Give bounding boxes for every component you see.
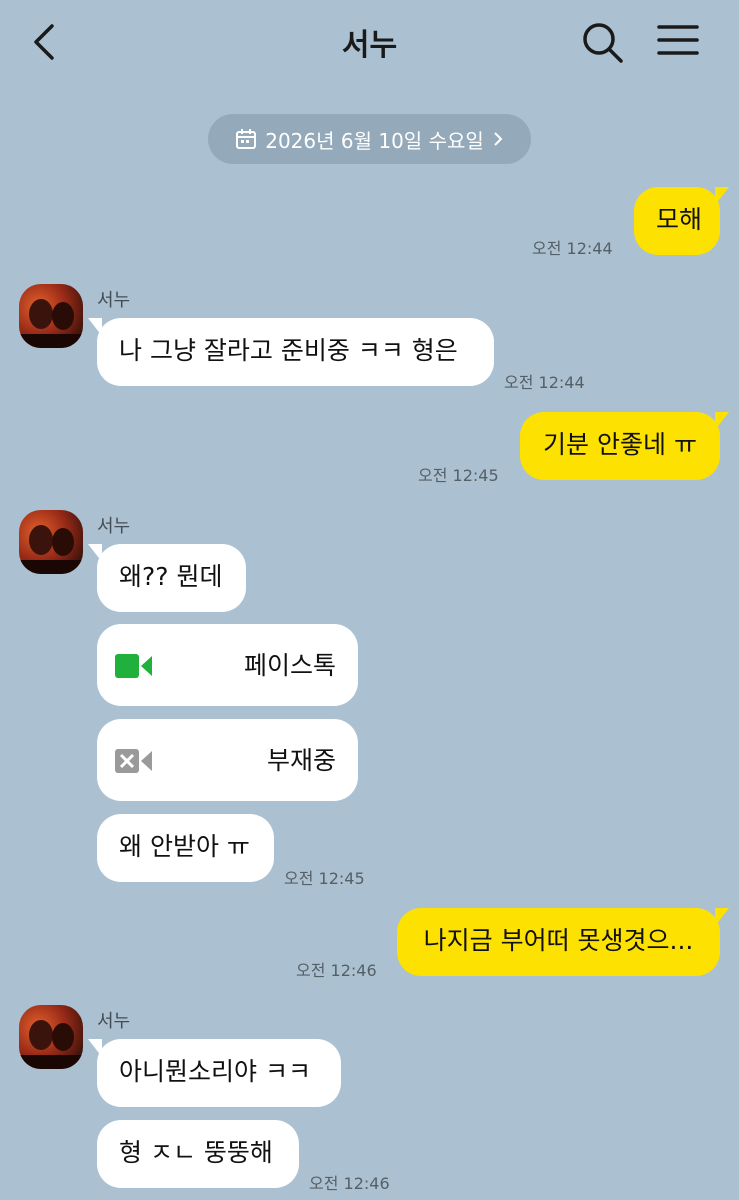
calendar-icon — [236, 129, 257, 149]
incoming-message[interactable]: 나 그냥 잘라고 준비중 ㅋㅋ 형은 — [88, 318, 494, 386]
incoming-message[interactable]: 왜 안받아 ㅠ — [97, 814, 274, 882]
facetime-video-icon — [115, 654, 152, 678]
avatar[interactable] — [19, 1005, 83, 1069]
missed-video-call-icon — [115, 749, 152, 773]
incoming-message[interactable]: 아니뭔소리야 ㅋㅋ — [88, 1039, 341, 1107]
hamburger-menu-icon — [657, 25, 699, 55]
facetime-call-card[interactable]: 페이스톡 — [97, 624, 358, 706]
sender-name: 서누 — [97, 290, 131, 311]
search-icon — [583, 23, 623, 63]
message-time: 오전 12:45 — [418, 466, 499, 485]
outgoing-message[interactable]: 나지금 부어떠 못생겻으... — [397, 908, 729, 976]
search-button[interactable] — [580, 20, 626, 70]
message-time: 오전 12:46 — [309, 1174, 390, 1193]
outgoing-message[interactable]: 모해 — [634, 187, 729, 255]
avatar[interactable] — [19, 284, 83, 348]
chat-title: 서누 — [341, 28, 398, 63]
call-label: 부재중 — [266, 746, 336, 775]
sender-name: 서누 — [97, 1011, 131, 1032]
sender-name: 서누 — [97, 516, 131, 537]
incoming-message[interactable]: 왜?? 뭔데 — [88, 544, 246, 612]
outgoing-message[interactable]: 기분 안좋네 ㅠ — [520, 412, 729, 480]
profile-photo — [19, 1020, 83, 1069]
menu-button[interactable] — [656, 22, 700, 62]
incoming-message[interactable]: 형 ㅈㄴ 뚱뚱해 — [97, 1120, 299, 1188]
date-divider-label: 2026년 6월 10일 수요일 — [265, 128, 484, 153]
message-time: 오전 12:44 — [504, 373, 585, 392]
message-time: 오전 12:44 — [532, 239, 613, 258]
message-time: 오전 12:45 — [284, 869, 365, 888]
message-time: 오전 12:46 — [296, 961, 377, 980]
call-label: 페이스톡 — [243, 651, 336, 680]
profile-photo — [19, 525, 83, 574]
avatar[interactable] — [19, 510, 83, 574]
chevron-right-icon — [494, 132, 503, 146]
profile-photo — [19, 299, 83, 348]
missed-call-card[interactable]: 부재중 — [97, 719, 358, 801]
date-divider[interactable]: 2026년 6월 10일 수요일 — [208, 114, 531, 164]
